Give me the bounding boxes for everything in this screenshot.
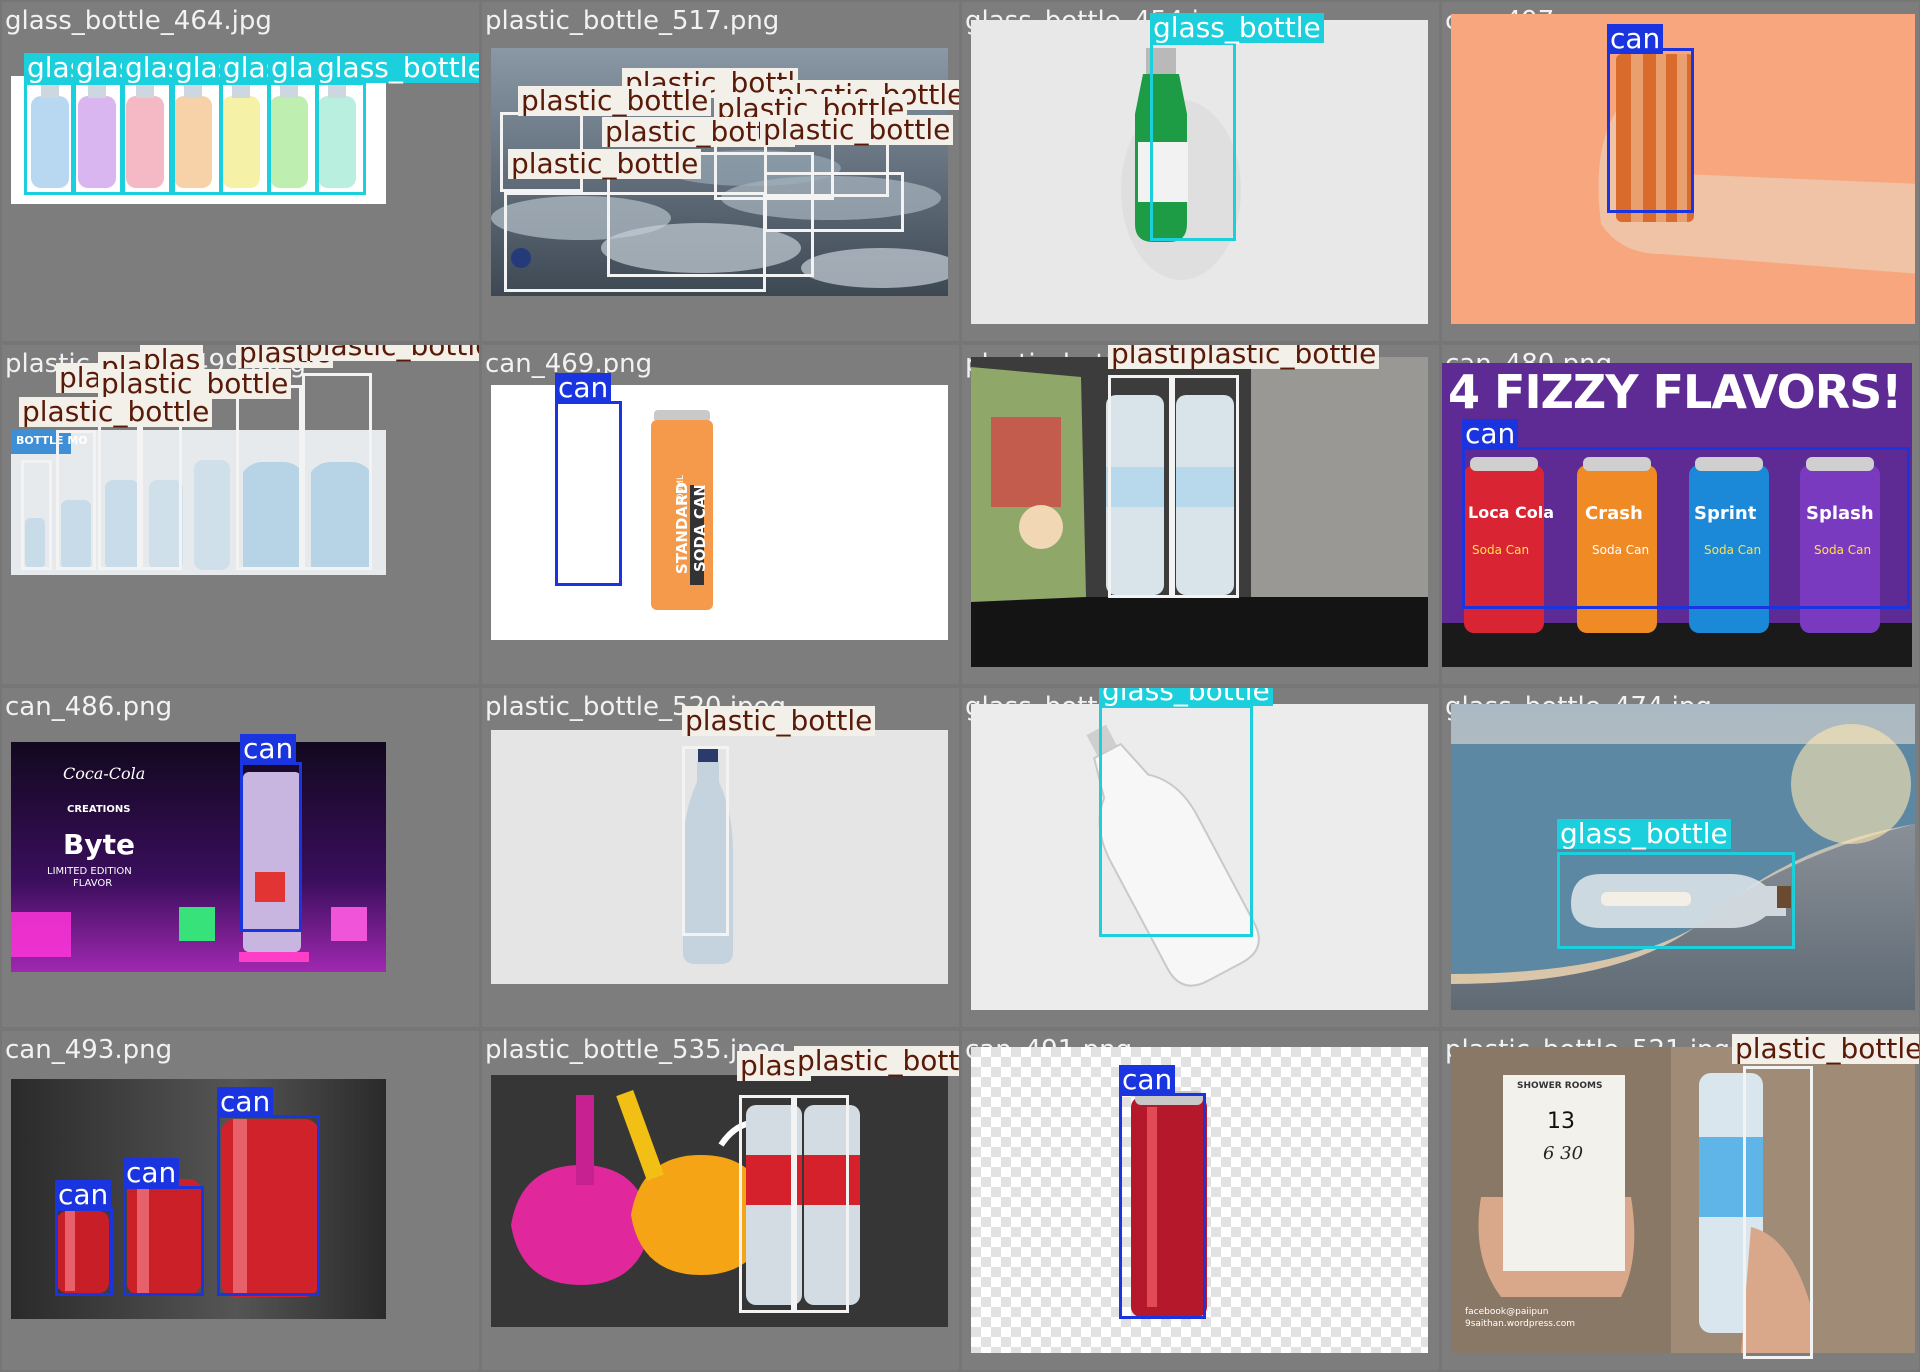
mosaic-tile: glass_bottle_474.jpg glass_bottle (1442, 688, 1919, 1027)
ticket-credit-2: 9saithan.wordpress.com (1465, 1319, 1576, 1329)
ticket-credit-1: facebook@paiipun (1465, 1307, 1549, 1317)
creations-brand: Coca-Cola (63, 764, 146, 783)
mosaic-tile: can_493.png can can can (2, 1031, 479, 1370)
detection-box (73, 82, 123, 195)
detection-box (1119, 1093, 1206, 1319)
detection-box (316, 82, 366, 195)
detection-box (172, 82, 222, 195)
detection-box (123, 1186, 204, 1296)
ticket-head: SHOWER ROOMS (1517, 1081, 1603, 1091)
mosaic-tile: can_486.png Coca-Cola CREATIONS Byte LIM… (2, 688, 479, 1027)
detection-label: plastic_bottle (518, 86, 712, 116)
mosaic-tile: can_497.png can (1442, 2, 1919, 341)
byte-sub-1: LIMITED EDITION (47, 866, 132, 877)
tile-filename: can_493.png (5, 1035, 173, 1065)
detection-label: plastic_bottle (1732, 1034, 1919, 1064)
detection-label: can (1462, 419, 1519, 449)
detection-label: plastic_bottle (794, 1046, 959, 1076)
detection-box (236, 385, 302, 570)
tile-filename: glass_bottle_464.jpg (5, 6, 272, 36)
detection-label: can (240, 734, 297, 764)
detection-box (56, 430, 96, 570)
detection-label: plastic_bottle (1186, 345, 1380, 369)
detection-box (555, 401, 622, 586)
tile-filename: can_486.png (5, 692, 173, 722)
fizzy-banner: 4 FIZZY FLAVORS! (1448, 365, 1902, 419)
tile-photo: Coca-Cola CREATIONS Byte LIMITED EDITION… (11, 742, 386, 972)
detection-box (1557, 852, 1795, 949)
detection-box (739, 1095, 794, 1313)
detection-label: plastic_bottle (19, 397, 213, 427)
detection-label: glass_bottle (1099, 688, 1273, 706)
detection-box (217, 1115, 320, 1296)
detection-box (794, 1095, 849, 1313)
detection-label: can (217, 1087, 274, 1117)
detection-label: can (1119, 1065, 1176, 1095)
detection-box (1172, 375, 1239, 598)
ticket-number: 13 (1547, 1109, 1575, 1134)
detection-box (1743, 1066, 1813, 1359)
mosaic-tile: can_469.png STANDARD SODA CAN 500ML can (482, 345, 959, 684)
detection-label: can (555, 373, 612, 403)
byte-sub-2: FLAVOR (73, 878, 113, 889)
creations-sub: CREATIONS (67, 804, 131, 815)
detection-label: glass_bottle (1557, 819, 1731, 849)
detection-label: glass_bottle (314, 53, 479, 83)
mosaic-tile: glass_bottle_472.jpg glass_bottle (962, 688, 1439, 1027)
mosaic-tile: plastic_bottle_521.jpg SHOWER ROOMS 13 6… (1442, 1031, 1919, 1370)
mosaic-tile: plastic_bottle_503.png plastic plastic_b… (962, 345, 1439, 684)
mosaic-tile: can_480.png 4 FIZZY FLAVORS! Loca Cola C… (1442, 345, 1919, 684)
tile-photo: SHOWER ROOMS 13 6 30 facebook@paiipun 9s… (1451, 1047, 1915, 1353)
detection-box (220, 82, 270, 195)
mosaic-tile: glass_bottle_454.jpg glass_bottle (962, 2, 1439, 341)
detection-label: plastic_bottle (760, 115, 954, 145)
detection-box (1108, 375, 1172, 598)
detection-box (1099, 705, 1253, 937)
detection-label: can (1607, 24, 1664, 54)
tile-filename: plastic_bottle_517.png (485, 6, 780, 36)
detection-label: glass_bottle (1150, 13, 1324, 43)
detection-box (1462, 447, 1910, 609)
detection-label: can (55, 1180, 112, 1210)
detection-label: plastic_bottle (508, 149, 702, 179)
detection-box (682, 746, 729, 936)
detection-label: plastic_bottle (302, 345, 479, 361)
detection-box (268, 82, 318, 195)
detection-box (1150, 42, 1236, 241)
detection-label: can (123, 1158, 180, 1188)
mosaic-tile: plastic_bottle_520.jpeg plastic_bottle (482, 688, 959, 1027)
detection-box (302, 373, 372, 570)
ticket-handwritten: 6 30 (1543, 1143, 1584, 1164)
mosaic-tile: plastic_bottle_499.jpeg BOTTLE MO plas p… (2, 345, 479, 684)
mosaic-tile: plastic_bottle_517.png plastic_bottl pla… (482, 2, 959, 341)
detection-box (240, 762, 302, 932)
tile-photo (491, 1075, 948, 1327)
mosaic-tile: glass_bottle_464.jpg glas glas glas glas… (2, 2, 479, 341)
mosaic-tile: can_491.png can (962, 1031, 1439, 1370)
detection-box (24, 82, 74, 195)
soda-can-volume: 500ML (675, 475, 686, 505)
detection-box (122, 82, 172, 195)
detection-box (55, 1208, 113, 1296)
mosaic-tile: plastic_bottle_535.jpeg plast plastic_bo… (482, 1031, 959, 1370)
byte-title: Byte (63, 828, 135, 861)
detection-label: plastic_bottle (682, 706, 876, 736)
detection-box (21, 460, 52, 570)
detection-box (1607, 48, 1694, 213)
